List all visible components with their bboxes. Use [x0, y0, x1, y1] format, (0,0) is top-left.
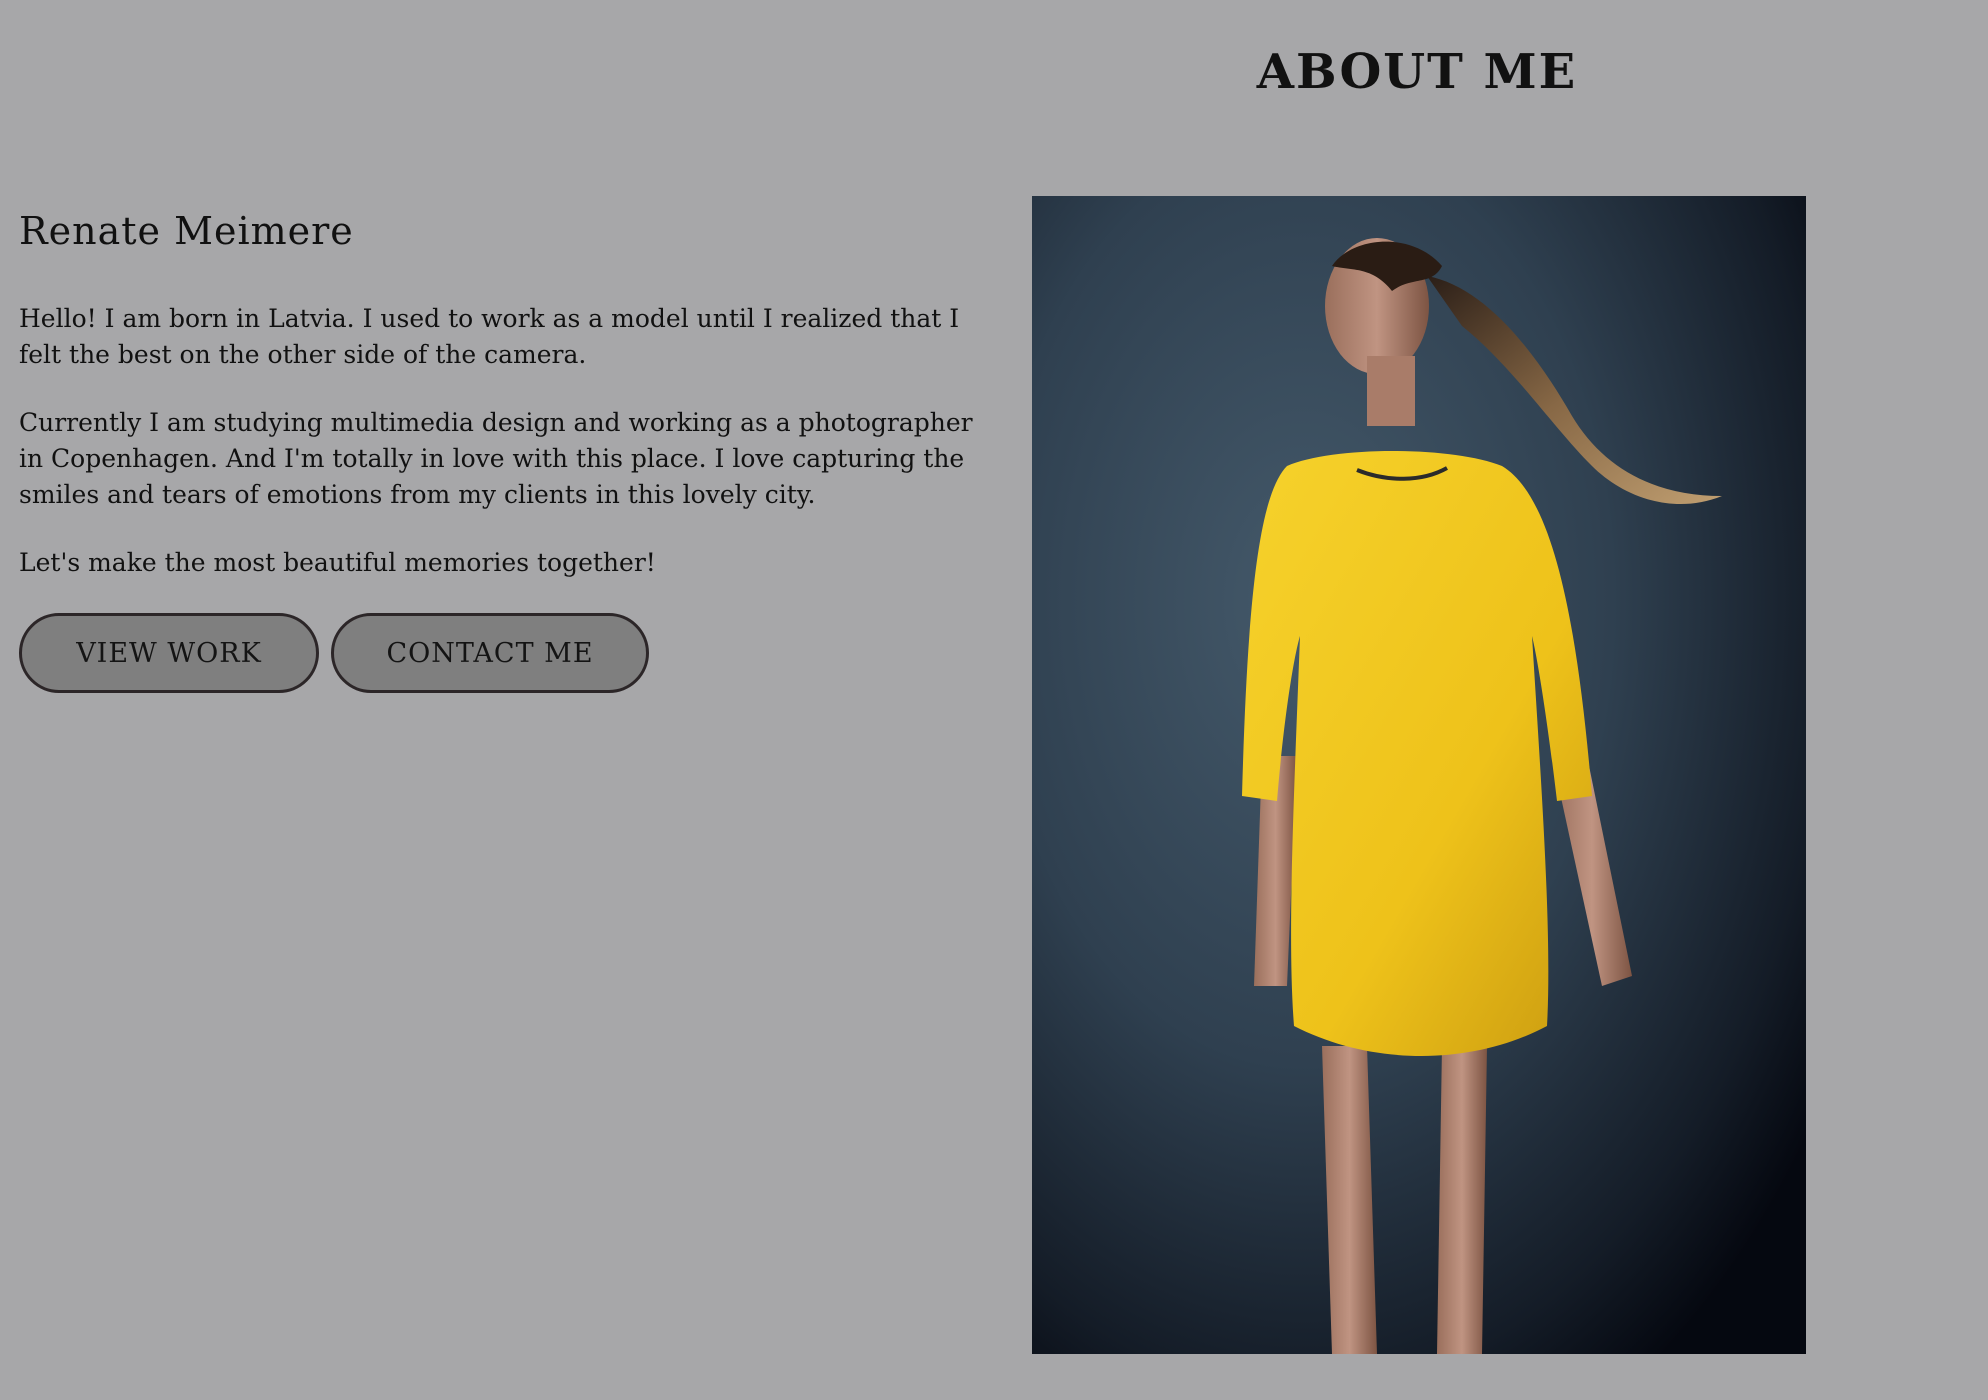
- bio: Hello! I am born in Latvia. I used to wo…: [19, 301, 974, 581]
- page-title: ABOUT ME: [1256, 44, 1578, 100]
- view-work-button[interactable]: VIEW WORK: [19, 613, 319, 693]
- bio-paragraph: Let's make the most beautiful memories t…: [19, 548, 656, 577]
- portrait-photo: [1032, 196, 1806, 1354]
- person-name: Renate Meimere: [19, 209, 354, 253]
- contact-me-button[interactable]: CONTACT ME: [331, 613, 649, 693]
- intro-section: Renate Meimere Hello! I am born in Latvi…: [19, 205, 974, 693]
- bio-paragraph: Currently I am studying multimedia desig…: [19, 408, 973, 509]
- bio-paragraph: Hello! I am born in Latvia. I used to wo…: [19, 304, 960, 369]
- button-group: VIEW WORK CONTACT ME: [19, 613, 974, 693]
